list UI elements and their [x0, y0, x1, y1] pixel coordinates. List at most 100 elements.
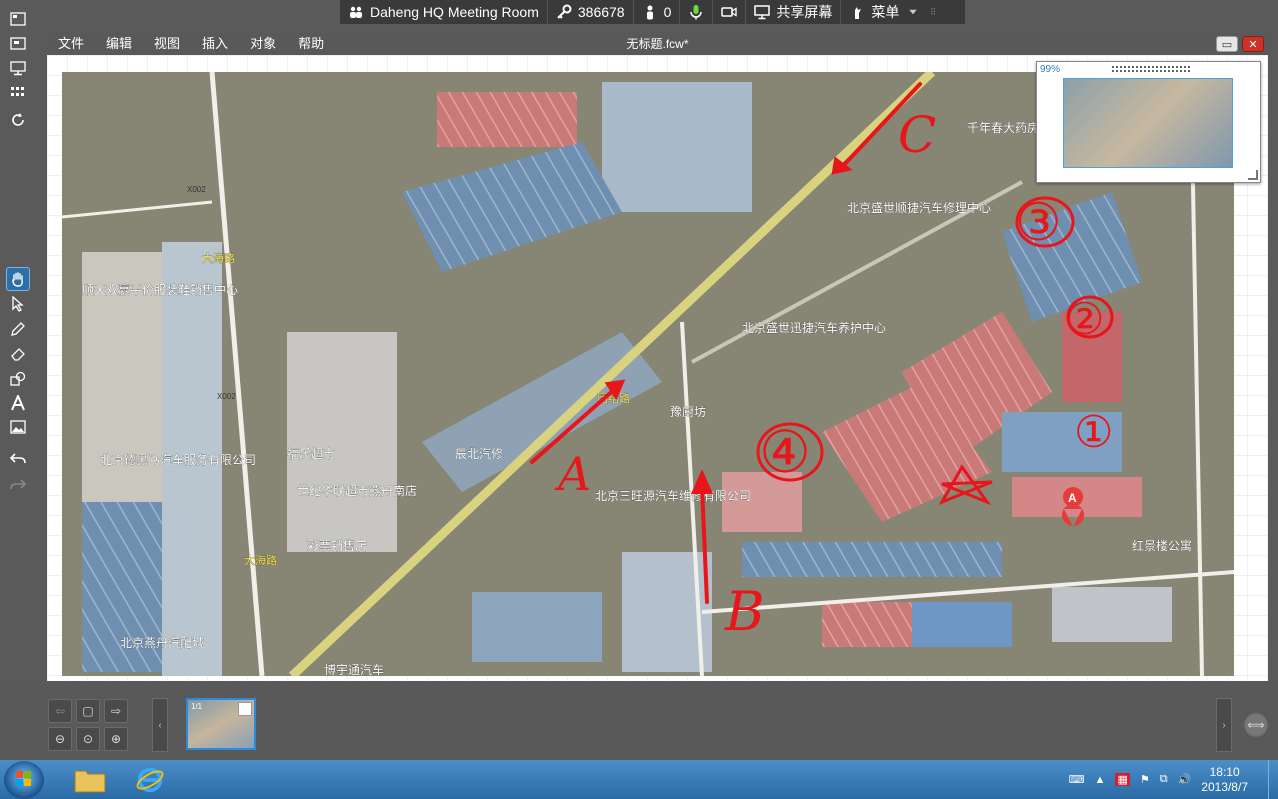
monitor-icon [10, 61, 26, 76]
left-toolbar [0, 0, 36, 760]
maximize-button[interactable]: ▭ [1216, 36, 1238, 52]
label-boyitong: 博宇通汽车 [324, 662, 384, 676]
menu-view[interactable]: 视图 [143, 33, 191, 55]
label-chenbei: 辰北汽修 [455, 446, 503, 461]
label-hongjinglou: 红景楼公寓 [1132, 538, 1192, 553]
keyboard-icon[interactable]: ⌨ [1069, 773, 1085, 786]
monitor-icon [754, 4, 771, 20]
zoom-in-button[interactable]: ⊕ [104, 727, 128, 751]
zoom-in-icon: ⊕ [110, 732, 122, 746]
close-button[interactable]: ✕ [1242, 36, 1264, 52]
insert-page-button[interactable]: ▢ [76, 699, 100, 723]
hand-raise-icon [849, 4, 865, 20]
maximize-icon: ▭ [1221, 38, 1233, 51]
meeting-id: 386678 [577, 4, 625, 20]
system-tray: ⌨ ▲ ▦ ⚑ ⧉ 🔊 18:10 2013/8/7 [1069, 760, 1270, 799]
note-icon [238, 702, 252, 716]
grid-view-button[interactable] [7, 81, 29, 103]
chevron-left-icon: ‹ [158, 719, 162, 731]
internet-explorer-icon [136, 767, 164, 792]
zoom-out-icon: ⊖ [54, 732, 66, 746]
expand-strip-button[interactable]: ⟺ [1244, 713, 1268, 737]
show-desktop-button[interactable] [1268, 760, 1278, 799]
participants-section[interactable]: 0 [634, 0, 681, 24]
network-icon[interactable]: ⧉ [1160, 773, 1168, 786]
navigator-resize-handle[interactable] [1248, 170, 1258, 180]
image-tool-button[interactable] [7, 416, 29, 438]
annotation-letter-a: A [554, 447, 591, 501]
zoom-out-button[interactable]: ⊖ [48, 727, 72, 751]
navigator-zoom-level: 99% [1040, 64, 1061, 75]
page-thumbnail[interactable]: 1/1 [186, 698, 256, 750]
menu-file[interactable]: 文件 [47, 33, 95, 55]
label-yuchufang: 豫厨坊 [670, 404, 706, 419]
label-sanwangyuan: 北京三旺源汽车维修有限公司 [595, 488, 751, 503]
navigator-drag-handle[interactable] [1111, 65, 1191, 73]
text-tool-button[interactable] [7, 392, 29, 414]
volume-icon[interactable]: 🔊 [1178, 773, 1192, 786]
label-shengshi-shunjie: 北京盛世顺捷汽车修理中心 [847, 200, 991, 215]
menu-bar: 文件 编辑 视图 插入 对象 帮助 [47, 33, 1268, 55]
folder-icon [74, 770, 106, 792]
share-screen-button[interactable]: 共享屏幕 [746, 0, 842, 24]
meeting-toolbar: Daheng HQ Meeting Room 386678 0 共享屏幕 菜单 [340, 0, 965, 24]
select-tool-button[interactable] [7, 293, 29, 315]
page-strip: ⇦ ▢ ⇨ ⊖ ⊙ ⊕ ‹ 1/1 › ⟺ [0, 681, 1278, 760]
clock-date: 2013/8/7 [1201, 779, 1248, 794]
input-method-icon[interactable]: ▦ [1115, 773, 1130, 786]
panel-icon [10, 12, 26, 26]
prev-page-button[interactable]: ⇦ [48, 699, 72, 723]
menu-insert[interactable]: 插入 [191, 33, 239, 55]
microphone-button[interactable] [680, 0, 714, 24]
menu-object[interactable]: 对象 [239, 33, 287, 55]
zoom-fit-button[interactable]: ⊙ [76, 727, 100, 751]
meeting-id-section[interactable]: 386678 [548, 0, 634, 24]
flag-icon[interactable]: ⚑ [1140, 773, 1150, 786]
panel-toggle-button[interactable] [7, 8, 29, 30]
cursor-arrow-icon [12, 296, 24, 312]
tray-expand-icon[interactable]: ▲ [1095, 774, 1106, 786]
next-page-button[interactable]: ⇨ [104, 699, 128, 723]
text-icon [11, 395, 25, 411]
strip-scroll-left[interactable]: ‹ [152, 698, 168, 752]
annotation-circle-4: ④ [759, 418, 811, 486]
hand-tool-button[interactable] [6, 267, 30, 291]
redo-button[interactable] [7, 473, 29, 495]
eraser-tool-button[interactable] [7, 343, 29, 365]
clock[interactable]: 18:10 2013/8/7 [1201, 765, 1248, 795]
annotation-circle-2: ② [1065, 294, 1104, 345]
arrow-left-icon: ⇦ [54, 704, 66, 718]
windows-taskbar: ⌨ ▲ ▦ ⚑ ⧉ 🔊 18:10 2013/8/7 [0, 760, 1278, 799]
shape-tool-button[interactable] [7, 368, 29, 390]
slide-button[interactable] [7, 33, 29, 55]
menu-help[interactable]: 帮助 [287, 33, 335, 55]
refresh-button[interactable] [7, 109, 29, 131]
key-icon [556, 4, 572, 20]
navigator-viewport[interactable] [1063, 78, 1233, 168]
label-yandan-parts: 北京燕丹汽配城 [120, 635, 204, 650]
label-shijihualian: 世纪华联超市燕丹南店 [297, 483, 417, 498]
screen-button[interactable] [7, 57, 29, 79]
label-fule: 福乐超市 [287, 446, 335, 461]
strip-scroll-right[interactable]: › [1216, 698, 1232, 752]
label-shuntian: 顺天双赢平价服装鞋销售中心 [82, 282, 238, 297]
label-dahai-road-2: 大海路 [244, 553, 277, 567]
camera-button[interactable] [713, 0, 747, 24]
start-button[interactable] [4, 761, 44, 799]
whiteboard-canvas[interactable]: 千年春大药房 北京盛世顺捷汽车修理中心 北京盛世迅捷汽车养护中心 豫厨坊 北京三… [47, 55, 1268, 681]
menu-button[interactable]: 菜单 [841, 0, 951, 24]
room-name-section[interactable]: Daheng HQ Meeting Room [340, 0, 548, 24]
windows-logo-icon [16, 771, 31, 786]
marker-a-label: A [1068, 491, 1077, 505]
menu-edit[interactable]: 编辑 [95, 33, 143, 55]
slide-icon [10, 37, 26, 50]
share-screen-label: 共享屏幕 [776, 4, 833, 20]
navigator-panel[interactable]: 99% [1036, 61, 1261, 183]
image-icon [10, 420, 26, 434]
drag-grip-icon[interactable] [927, 4, 943, 20]
taskbar-explorer[interactable] [62, 762, 118, 797]
pen-tool-button[interactable] [7, 318, 29, 340]
taskbar-ie[interactable] [122, 762, 178, 797]
undo-button[interactable] [7, 447, 29, 469]
pen-icon [11, 322, 25, 336]
